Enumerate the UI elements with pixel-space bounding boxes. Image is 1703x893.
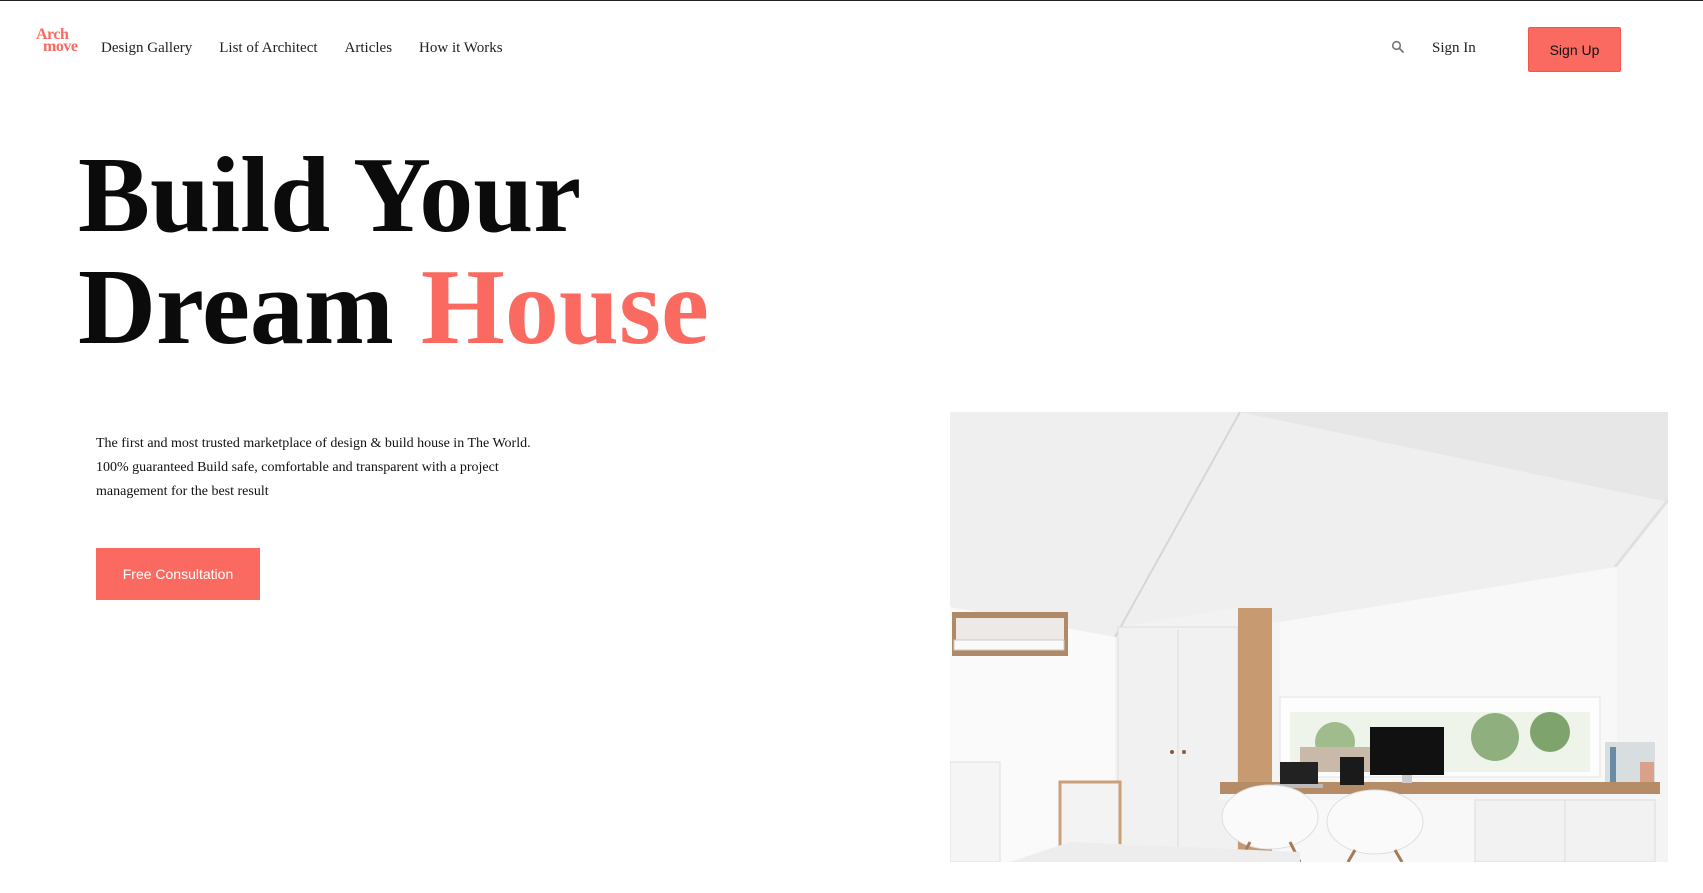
headline-line-2: Dream bbox=[78, 248, 421, 367]
brand-logo[interactable]: Arch move bbox=[36, 27, 84, 57]
nav-item-articles[interactable]: Articles bbox=[345, 37, 392, 59]
sign-in-link[interactable]: Sign In bbox=[1432, 37, 1476, 59]
nav-item-design-gallery[interactable]: Design Gallery bbox=[101, 37, 192, 59]
search-icon[interactable] bbox=[1391, 40, 1405, 54]
headline-accent: House bbox=[420, 248, 709, 367]
hero-description: The first and most trusted marketplace o… bbox=[96, 436, 531, 499]
top-border bbox=[0, 0, 1703, 1]
hero-headline: Build Your Dream House bbox=[78, 140, 709, 364]
logo-line-2: move bbox=[43, 38, 78, 55]
hero-interior-image bbox=[950, 412, 1668, 862]
free-consultation-button[interactable]: Free Consultation bbox=[96, 548, 260, 600]
nav-item-how-it-works[interactable]: How it Works bbox=[419, 37, 503, 59]
main-nav: Design Gallery List of Architect Article… bbox=[101, 37, 530, 59]
headline-line-1: Build Your bbox=[78, 136, 582, 255]
sign-up-button[interactable]: Sign Up bbox=[1528, 27, 1621, 72]
nav-item-list-of-architect[interactable]: List of Architect bbox=[219, 37, 317, 59]
